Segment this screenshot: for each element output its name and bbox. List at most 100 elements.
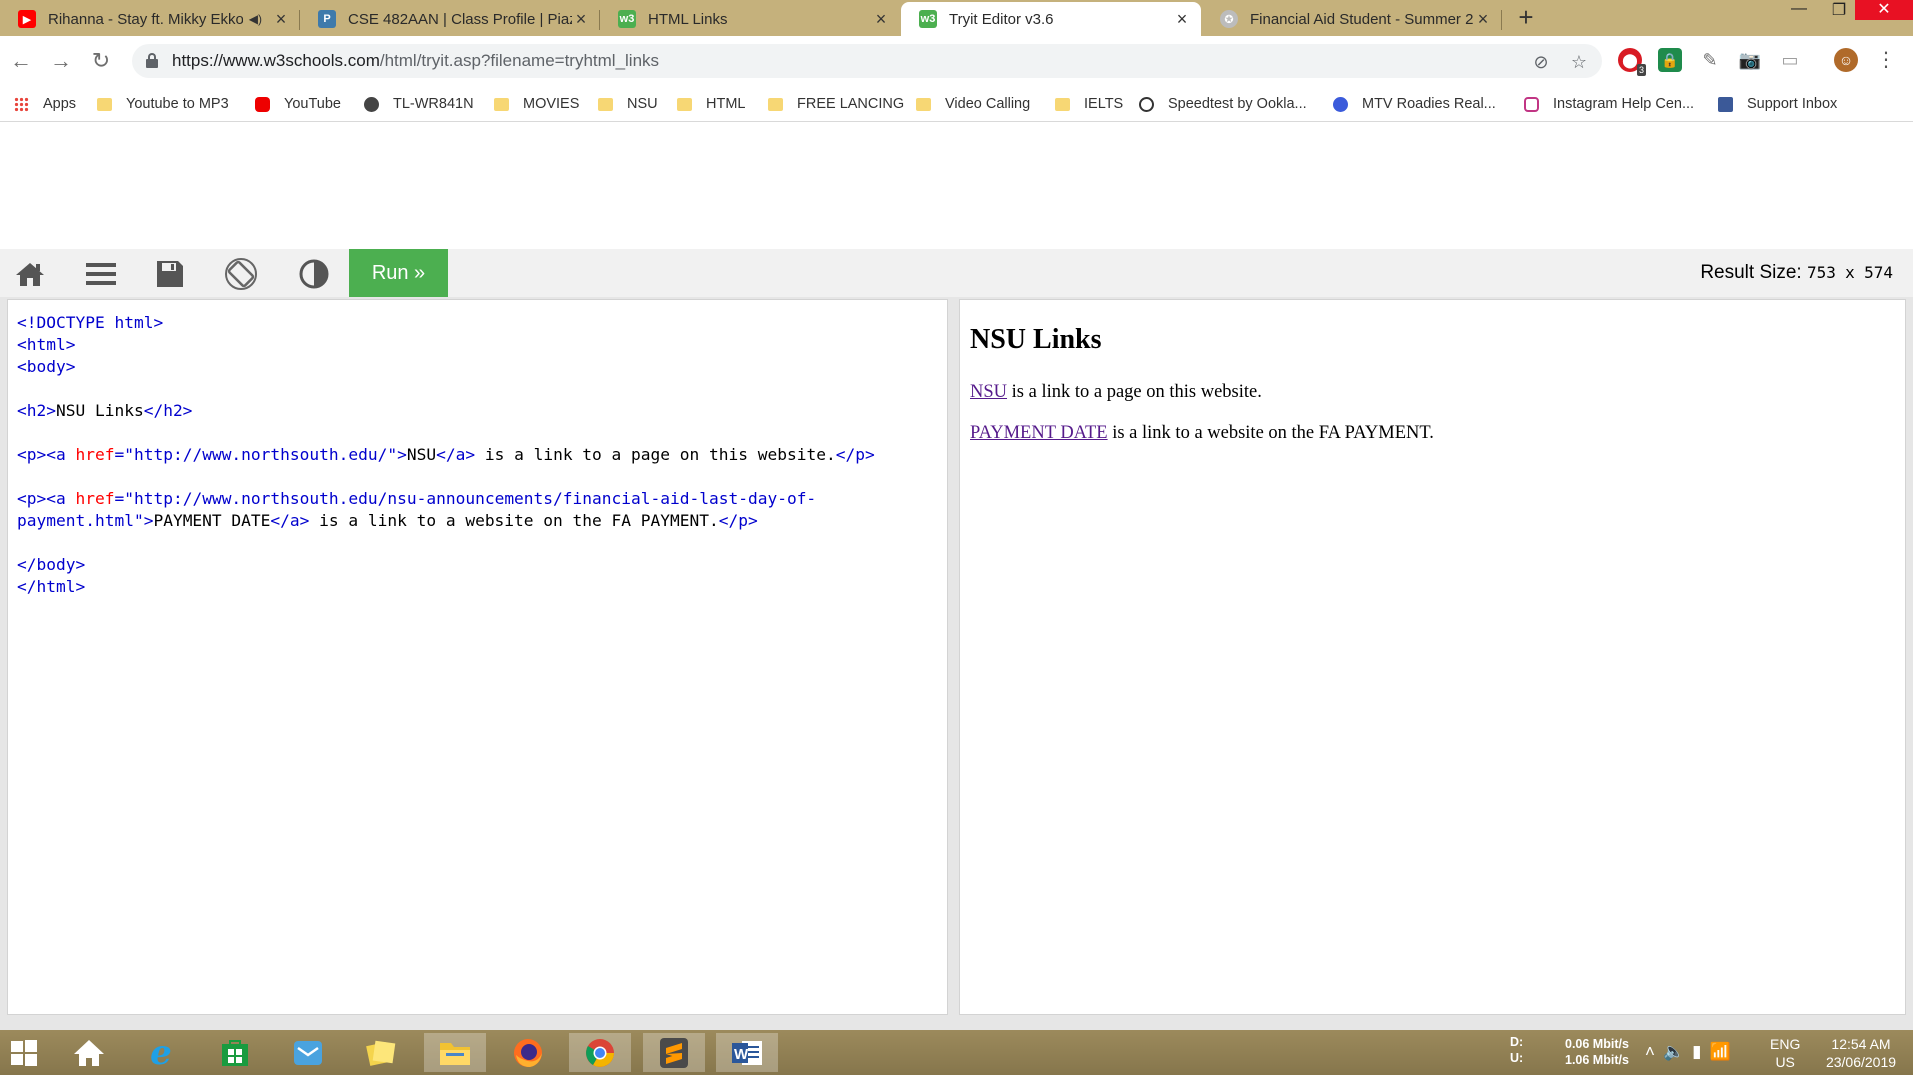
piazza-icon: P — [318, 10, 336, 28]
wifi-signal-icon[interactable]: 📶 — [1709, 1042, 1738, 1061]
store-icon[interactable] — [204, 1033, 266, 1072]
close-tab-icon[interactable]: × — [872, 10, 890, 28]
bookmark-movies[interactable]: MOVIES — [494, 94, 579, 114]
folder-icon — [1055, 97, 1070, 111]
sublime-text-icon[interactable] — [643, 1033, 705, 1072]
mtv-icon — [1333, 96, 1348, 112]
folder-icon — [97, 97, 112, 111]
home-icon[interactable] — [58, 1033, 120, 1072]
payment-date-link[interactable]: PAYMENT DATE — [970, 423, 1108, 443]
reload-button[interactable]: ↻ — [86, 46, 116, 76]
result-size-indicator: Result Size: 753 x 574 — [1700, 262, 1893, 283]
bookmark-tl-wr841n[interactable]: TL-WR841N — [364, 94, 474, 114]
system-tray-icons[interactable]: ˄🔈▮📶 — [1645, 1042, 1739, 1087]
bookmark-support-inbox[interactable]: Support Inbox — [1718, 94, 1837, 114]
bookmark-html[interactable]: HTML — [677, 94, 745, 114]
save-icon[interactable] — [153, 259, 187, 289]
url-text[interactable]: https://www.w3schools.com/html/tryit.asp… — [172, 51, 659, 71]
instagram-icon — [1524, 96, 1539, 112]
home-icon[interactable] — [13, 259, 47, 289]
folder-icon — [768, 97, 783, 111]
system-clock[interactable]: 12:54 AM 23/06/2019 — [1816, 1035, 1906, 1080]
tab-html-links[interactable]: w3 HTML Links × — [600, 2, 900, 36]
sticky-notes-icon[interactable] — [350, 1033, 412, 1072]
extension-camera-icon[interactable]: 📷 — [1738, 48, 1762, 72]
volume-icon[interactable]: 🔈 — [1663, 1042, 1692, 1061]
bookmark-instagram-help[interactable]: Instagram Help Cen... — [1524, 94, 1694, 114]
extension-lock-icon[interactable]: 🔒 — [1658, 48, 1682, 72]
theme-contrast-icon[interactable] — [297, 259, 331, 289]
w3schools-icon: w3 — [919, 10, 937, 28]
folder-icon — [916, 97, 931, 111]
audio-playing-icon[interactable]: ◀) — [249, 12, 262, 26]
file-explorer-icon[interactable] — [424, 1033, 486, 1072]
nsu-icon: ✪ — [1220, 10, 1238, 28]
rotate-orientation-icon[interactable] — [224, 258, 258, 290]
back-button[interactable]: ← — [6, 46, 36, 76]
new-tab-button[interactable]: + — [1511, 4, 1541, 32]
chrome-icon[interactable] — [569, 1033, 631, 1072]
browser-menu-icon[interactable]: ⋮ — [1874, 48, 1898, 72]
bookmark-speedtest[interactable]: Speedtest by Ookla... — [1139, 94, 1307, 114]
windows-taskbar: e W D: U: 0.06 Mbit/s 1.06 Mbit/s ˄🔈▮📶 ENG… — [0, 1030, 1913, 1075]
folder-icon — [677, 97, 692, 111]
bookmark-ielts[interactable]: IELTS — [1055, 94, 1123, 114]
internet-explorer-icon[interactable]: e — [130, 1033, 192, 1073]
facebook-icon — [1718, 96, 1733, 112]
lock-icon[interactable] — [146, 53, 158, 68]
bookmark-youtube[interactable]: YouTube — [255, 94, 341, 114]
apps-grid-icon — [14, 96, 29, 112]
chevron-up-icon[interactable]: ˄ — [1645, 1042, 1663, 1061]
svg-text:W: W — [734, 1046, 749, 1063]
firefox-icon[interactable] — [497, 1033, 559, 1072]
code-editor[interactable]: <!DOCTYPE html> <html> <body> <h2>NSU Li… — [7, 299, 948, 1015]
menu-icon[interactable] — [84, 259, 118, 289]
bookmark-star-icon[interactable]: ☆ — [1568, 51, 1590, 73]
result-height: 574 — [1864, 263, 1893, 282]
tab-tryit-editor[interactable]: w3 Tryit Editor v3.6 × — [901, 2, 1201, 36]
close-tab-icon[interactable]: × — [572, 10, 590, 28]
bookmark-youtube-to-mp3[interactable]: Youtube to MP3 — [97, 94, 229, 114]
tab-piazza[interactable]: P CSE 482AAN | Class Profile | Piazza × — [300, 2, 600, 36]
youtube-icon — [255, 96, 270, 112]
result-width: 753 — [1806, 263, 1836, 282]
result-heading: NSU Links — [970, 324, 1102, 355]
w3schools-icon: w3 — [618, 10, 636, 28]
mail-icon[interactable] — [277, 1033, 339, 1072]
close-tab-icon[interactable]: × — [1474, 10, 1492, 28]
address-bar[interactable]: https://www.w3schools.com/html/tryit.asp… — [132, 44, 1602, 78]
bookmark-video-calling[interactable]: Video Calling — [916, 94, 1030, 114]
window-close-button[interactable]: ✕ — [1855, 0, 1913, 20]
close-tab-icon[interactable]: × — [272, 10, 290, 28]
extension-adblock-icon[interactable]: ⬤ 3 — [1618, 48, 1646, 76]
bookmark-free-lancing[interactable]: FREE LANCING — [768, 94, 904, 114]
word-icon[interactable]: W — [716, 1033, 778, 1072]
extension-eyedropper-icon[interactable]: ✎ — [1698, 48, 1722, 72]
bookmark-nsu[interactable]: NSU — [598, 94, 658, 114]
result-paragraph-2: PAYMENT DATE is a link to a website on t… — [970, 423, 1434, 443]
result-paragraph-1: NSU is a link to a page on this website. — [970, 382, 1262, 402]
forward-button[interactable]: → — [46, 46, 76, 76]
profile-avatar[interactable]: ☺ — [1834, 48, 1858, 72]
run-button[interactable]: Run » — [349, 249, 448, 297]
extension-cast-icon[interactable]: ▭ — [1778, 48, 1802, 72]
folder-icon — [598, 97, 613, 111]
youtube-icon: ▶ — [18, 10, 36, 28]
bookmark-mtv-roadies[interactable]: MTV Roadies Real... — [1333, 94, 1496, 114]
battery-icon[interactable]: ▮ — [1692, 1042, 1709, 1061]
tab-financial-aid[interactable]: ✪ Financial Aid Student - Summer 2019 × — [1202, 2, 1502, 36]
speedtest-icon — [1139, 96, 1154, 112]
nsu-link[interactable]: NSU — [970, 382, 1007, 402]
tab-rihanna[interactable]: ▶ Rihanna - Stay ft. Mikky Ekko ◀) × — [0, 2, 300, 36]
result-frame: NSU Links NSU is a link to a page on thi… — [959, 299, 1906, 1015]
folder-icon — [494, 97, 509, 111]
network-speed-meter[interactable]: 0.06 Mbit/s 1.06 Mbit/s — [1565, 1036, 1629, 1081]
language-indicator[interactable]: ENG US — [1770, 1035, 1800, 1080]
code-text[interactable]: <!DOCTYPE html> <html> <body> <h2>NSU Li… — [17, 312, 875, 598]
browser-tab-strip: ▶ Rihanna - Stay ft. Mikky Ekko ◀) × P C… — [0, 0, 1913, 36]
bookmark-apps[interactable]: Apps — [14, 94, 76, 114]
windows-start-icon[interactable] — [0, 1033, 48, 1072]
close-tab-icon[interactable]: × — [1173, 10, 1191, 28]
translate-blocked-icon[interactable]: ⊘ — [1530, 51, 1552, 73]
browser-toolbar: ← → ↻ https://www.w3schools.com/html/try… — [0, 36, 1913, 86]
